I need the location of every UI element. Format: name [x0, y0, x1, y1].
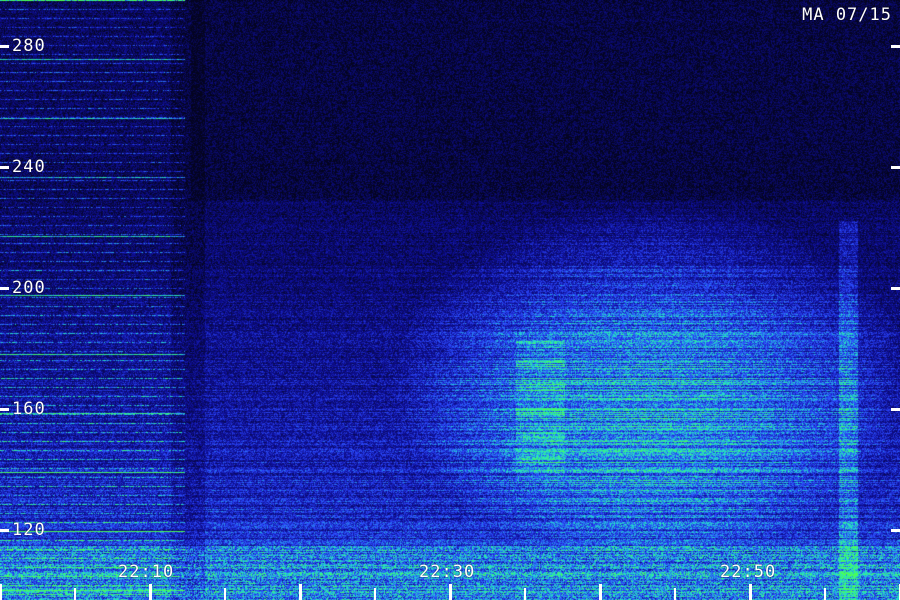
- y-tick-mark-right: [891, 166, 900, 169]
- y-tick-mark: [0, 529, 9, 532]
- x-tick-mark: [824, 588, 826, 600]
- x-tick-mark: [674, 588, 676, 600]
- x-tick-mark: [224, 588, 226, 600]
- y-tick-label-160: 160: [12, 399, 46, 419]
- y-tick-mark: [0, 287, 9, 290]
- y-tick-label-120: 120: [12, 520, 46, 540]
- x-tick-mark: [524, 588, 526, 600]
- y-tick-mark-right: [891, 45, 900, 48]
- y-tick-mark-right: [891, 529, 900, 532]
- y-tick-label-240: 240: [12, 157, 46, 177]
- y-tick-label-200: 200: [12, 278, 46, 298]
- x-tick-mark: [374, 588, 376, 600]
- x-tick-mark: [449, 584, 452, 600]
- x-tick-mark: [74, 588, 76, 600]
- x-tick-mark: [599, 584, 602, 600]
- y-tick-mark-right: [891, 287, 900, 290]
- y-tick-mark: [0, 408, 9, 411]
- y-tick-label-280: 280: [12, 36, 46, 56]
- x-tick-label-2250: 22:50: [720, 562, 777, 582]
- x-tick-mark: [299, 584, 302, 600]
- y-tick-mark: [0, 166, 9, 169]
- x-tick-label-2210: 22:10: [118, 562, 175, 582]
- x-tick-label-2230: 22:30: [419, 562, 476, 582]
- station-date-label: MA 07/15: [802, 5, 892, 25]
- x-tick-mark: [749, 584, 752, 600]
- x-tick-mark: [0, 584, 2, 600]
- x-tick-mark: [149, 584, 152, 600]
- y-tick-mark: [0, 45, 9, 48]
- y-tick-mark-right: [891, 408, 900, 411]
- spectrogram-image: [0, 0, 900, 600]
- spectrogram-view: MA 07/15 280 240 200 160 120 22:10 22:30…: [0, 0, 900, 600]
